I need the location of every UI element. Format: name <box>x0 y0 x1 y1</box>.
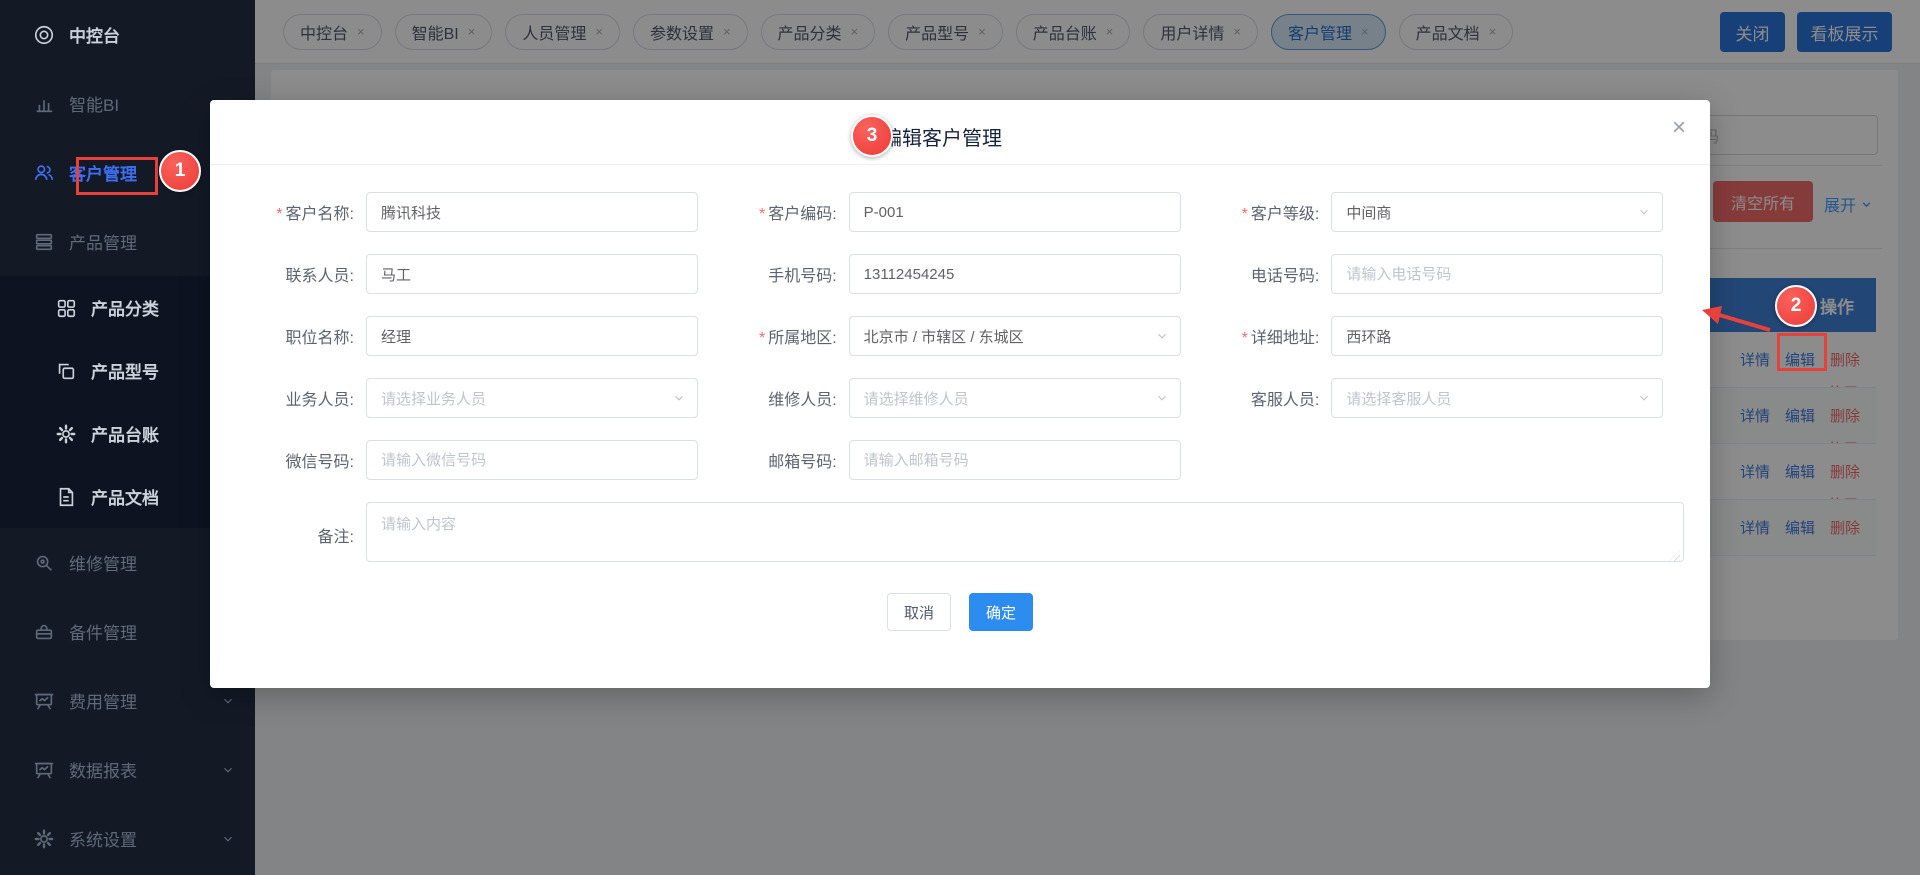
sidebar-item-label: 产品分类 <box>91 295 159 320</box>
region-cascader[interactable]: 北京市 / 市辖区 / 东城区 <box>849 316 1181 356</box>
dialog-header: 编辑客户管理 × <box>210 100 1710 165</box>
customer-name-input[interactable] <box>366 192 698 232</box>
chevron-down-icon <box>672 391 686 405</box>
annotation-badge-step1: 1 <box>159 150 201 192</box>
annotation-box-step2 <box>1777 333 1827 371</box>
sidebar-item-label: 智能BI <box>69 91 119 116</box>
sidebar-item-settings[interactable]: 系统设置 <box>0 804 255 873</box>
required-mark: * <box>759 206 765 223</box>
chevron-down-icon <box>221 694 235 708</box>
sidebar-item-label: 产品文档 <box>91 484 159 509</box>
chevron-down-icon <box>1155 329 1169 343</box>
sidebar-item-label: 费用管理 <box>69 688 137 713</box>
sidebar-item-label: 产品型号 <box>91 358 159 383</box>
gear-icon <box>33 828 55 850</box>
mobile-number-input[interactable] <box>849 254 1181 294</box>
grid-icon <box>55 297 77 319</box>
field-region: *所属地区: 北京市 / 市辖区 / 东城区 <box>719 316 1202 356</box>
remarks-textarea[interactable] <box>366 502 1684 562</box>
email-input[interactable] <box>849 440 1181 480</box>
field-mobile-number: 手机号码: <box>719 254 1202 294</box>
magnifier-gear-icon <box>33 552 55 574</box>
field-sales-person: 业务人员: 请选择业务人员 <box>236 378 719 418</box>
dialog-body: *客户名称: *客户编码: *客户等级: 中间商 <box>210 165 1710 631</box>
sidebar-item-label: 数据报表 <box>69 757 137 782</box>
field-wechat: 微信号码: <box>236 440 719 480</box>
chevron-down-icon <box>1155 391 1169 405</box>
dialog-footer: 取消 确定 <box>236 593 1684 631</box>
console-icon <box>33 24 55 46</box>
dialog-close-icon[interactable]: × <box>1672 116 1686 140</box>
field-email: 邮箱号码: <box>719 440 1202 480</box>
field-spacer <box>1201 440 1684 480</box>
confirm-button[interactable]: 确定 <box>969 593 1033 631</box>
service-person-select[interactable]: 请选择客服人员 <box>1331 378 1663 418</box>
sales-person-select[interactable]: 请选择业务人员 <box>366 378 698 418</box>
contact-person-input[interactable] <box>366 254 698 294</box>
sidebar-item-label: 产品台账 <box>91 421 159 446</box>
gear-icon <box>55 423 77 445</box>
presentation-chart-icon <box>33 759 55 781</box>
sidebar-item-reports[interactable]: 数据报表 <box>0 735 255 804</box>
app-window: 中控台 智能BI 客户管理 产品管理 产品分类 产品型号 产品台账 <box>0 0 1920 875</box>
field-customer-name: *客户名称: <box>236 192 719 232</box>
edit-customer-dialog: 编辑客户管理 × *客户名称: *客户编码: *客户等级: 中间商 <box>210 100 1710 688</box>
customer-code-input[interactable] <box>849 192 1181 232</box>
annotation-badge-step3: 3 <box>851 115 893 157</box>
required-mark: * <box>1242 330 1248 347</box>
phone-number-input[interactable] <box>1331 254 1663 294</box>
required-mark: * <box>276 206 282 223</box>
sidebar-item-label: 系统设置 <box>69 826 137 851</box>
field-remarks: 备注: <box>236 502 1684 567</box>
bar-chart-icon <box>33 93 55 115</box>
document-icon <box>55 486 77 508</box>
dialog-title: 编辑客户管理 <box>882 122 1002 151</box>
position-title-input[interactable] <box>366 316 698 356</box>
customer-level-select[interactable]: 中间商 <box>1331 192 1663 232</box>
wechat-input[interactable] <box>366 440 698 480</box>
annotation-box-step1 <box>76 157 158 195</box>
repair-person-select[interactable]: 请选择维修人员 <box>849 378 1181 418</box>
chevron-down-icon <box>221 832 235 846</box>
annotation-arrow-step2 <box>1698 298 1782 340</box>
address-input[interactable] <box>1331 316 1663 356</box>
chevron-down-icon <box>1637 205 1651 219</box>
required-mark: * <box>759 330 765 347</box>
field-phone-number: 电话号码: <box>1201 254 1684 294</box>
stack-icon <box>33 231 55 253</box>
sidebar-item-label: 备件管理 <box>69 619 137 644</box>
cancel-button[interactable]: 取消 <box>887 593 951 631</box>
required-mark: * <box>1242 206 1248 223</box>
sidebar-item-console[interactable]: 中控台 <box>0 0 255 69</box>
field-contact-person: 联系人员: <box>236 254 719 294</box>
sidebar-item-label: 维修管理 <box>69 550 137 575</box>
copy-icon <box>55 360 77 382</box>
toolbox-icon <box>33 621 55 643</box>
field-address: *详细地址: <box>1201 316 1684 356</box>
field-position-title: 职位名称: <box>236 316 719 356</box>
sidebar-item-label: 中控台 <box>69 22 120 47</box>
field-service-person: 客服人员: 请选择客服人员 <box>1201 378 1684 418</box>
users-icon <box>33 162 55 184</box>
chevron-down-icon <box>221 763 235 777</box>
field-repair-person: 维修人员: 请选择维修人员 <box>719 378 1202 418</box>
sidebar-item-label: 产品管理 <box>69 229 137 254</box>
presentation-chart-icon <box>33 690 55 712</box>
field-customer-code: *客户编码: <box>719 192 1202 232</box>
field-customer-level: *客户等级: 中间商 <box>1201 192 1684 232</box>
chevron-down-icon <box>1637 391 1651 405</box>
